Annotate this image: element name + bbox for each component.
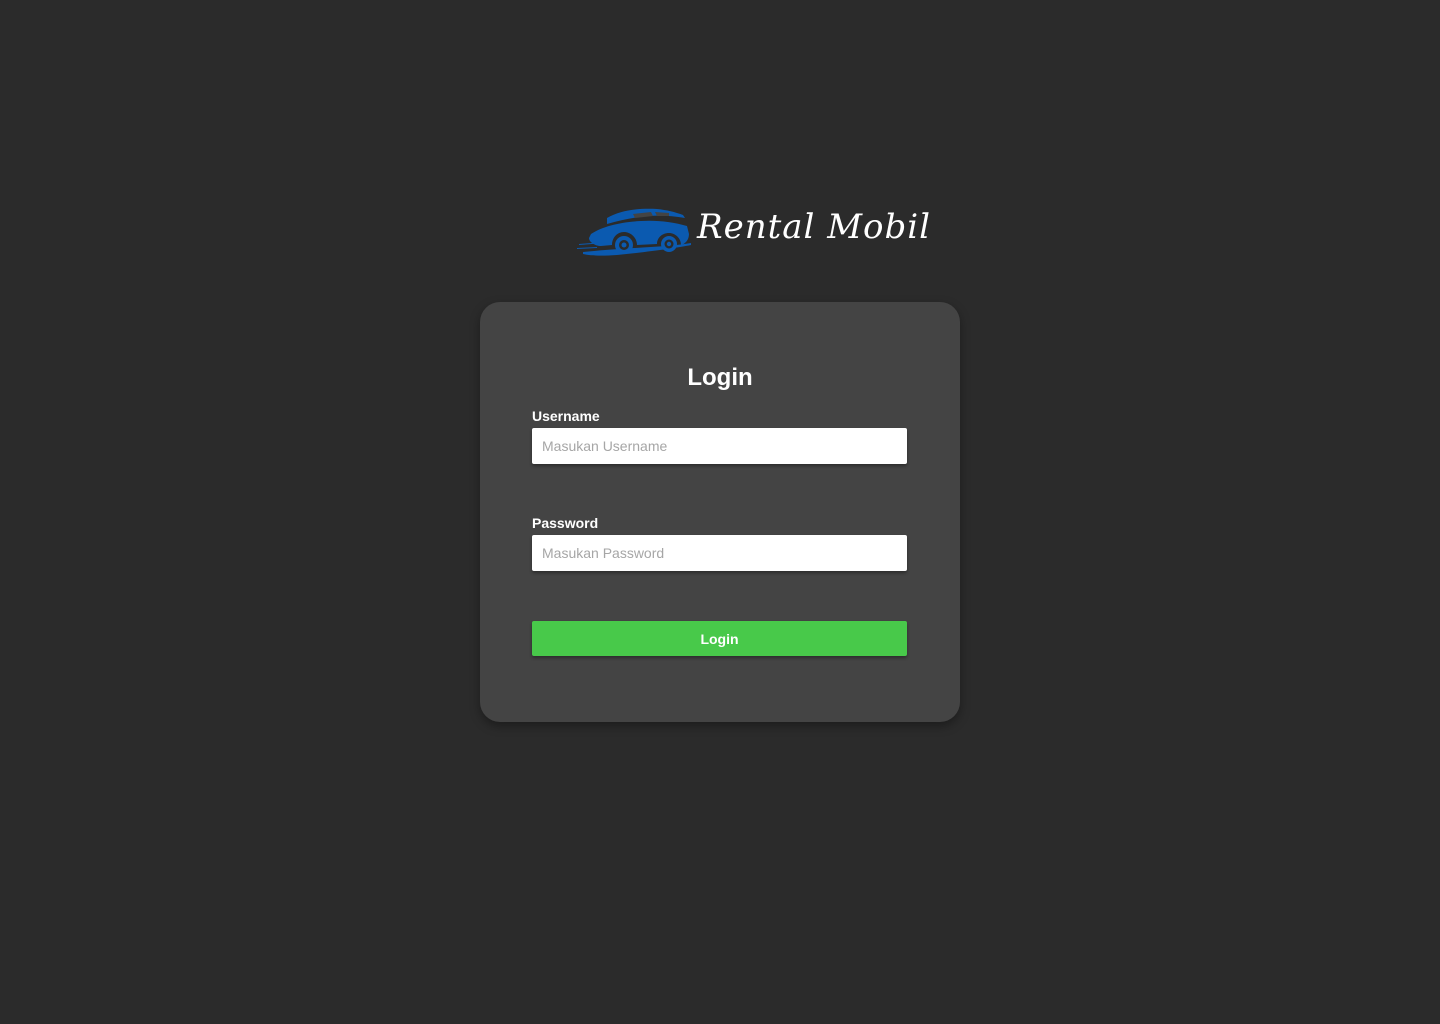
brand-logo: Rental Mobil	[577, 200, 930, 264]
login-button[interactable]: Login	[532, 621, 907, 656]
car-icon	[577, 208, 691, 256]
login-page: Rental Mobil Login Username Password Log…	[0, 0, 1440, 1024]
login-card: Login Username Password Login	[480, 302, 960, 722]
username-label: Username	[532, 408, 600, 424]
password-input[interactable]	[532, 535, 907, 571]
page-title: Login	[687, 364, 753, 391]
brand-name: Rental Mobil	[697, 207, 932, 247]
username-input[interactable]	[532, 428, 907, 464]
password-label: Password	[532, 515, 599, 531]
